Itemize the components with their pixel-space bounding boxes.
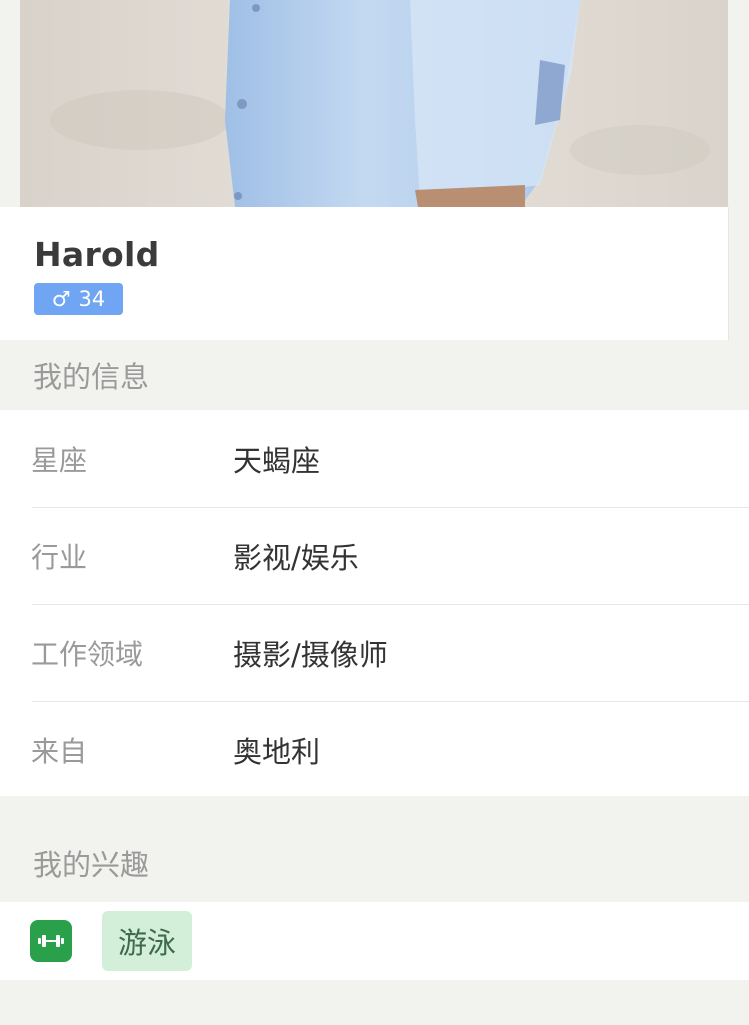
info-label: 工作领域 bbox=[31, 637, 144, 671]
profile-card: Harold ♂ 34 bbox=[0, 207, 729, 340]
info-value: 摄影/摄像师 bbox=[233, 637, 388, 672]
info-label: 行业 bbox=[31, 540, 88, 574]
interest-tag-swimming[interactable]: 游泳 bbox=[102, 911, 192, 971]
profile-name: Harold bbox=[34, 235, 160, 274]
interest-row-fitness: 游泳 bbox=[0, 902, 749, 980]
info-value: 奥地利 bbox=[233, 734, 321, 769]
info-label: 来自 bbox=[31, 734, 88, 768]
info-row-origin: 来自 奥地利 bbox=[0, 701, 749, 798]
section-title-interests: 我的兴趣 bbox=[33, 848, 150, 882]
male-icon: ♂ bbox=[51, 287, 71, 311]
profile-photo[interactable] bbox=[20, 0, 728, 207]
gender-age-badge: ♂ 34 bbox=[34, 283, 123, 315]
dumbbell-icon bbox=[30, 920, 72, 962]
section-title-info: 我的信息 bbox=[33, 360, 150, 394]
info-row-work-field: 工作领域 摄影/摄像师 bbox=[0, 604, 749, 701]
info-list: 星座 天蝎座 行业 影视/娱乐 工作领域 摄影/摄像师 来自 奥地利 bbox=[0, 410, 749, 796]
info-row-constellation: 星座 天蝎座 bbox=[0, 410, 749, 507]
section-header-info: 我的信息 bbox=[0, 340, 749, 410]
info-value: 天蝎座 bbox=[233, 443, 321, 478]
info-value: 影视/娱乐 bbox=[233, 540, 359, 575]
info-row-industry: 行业 影视/娱乐 bbox=[0, 507, 749, 604]
info-label: 星座 bbox=[31, 443, 88, 477]
section-header-interests: 我的兴趣 bbox=[0, 796, 749, 902]
age-value: 34 bbox=[78, 287, 106, 311]
